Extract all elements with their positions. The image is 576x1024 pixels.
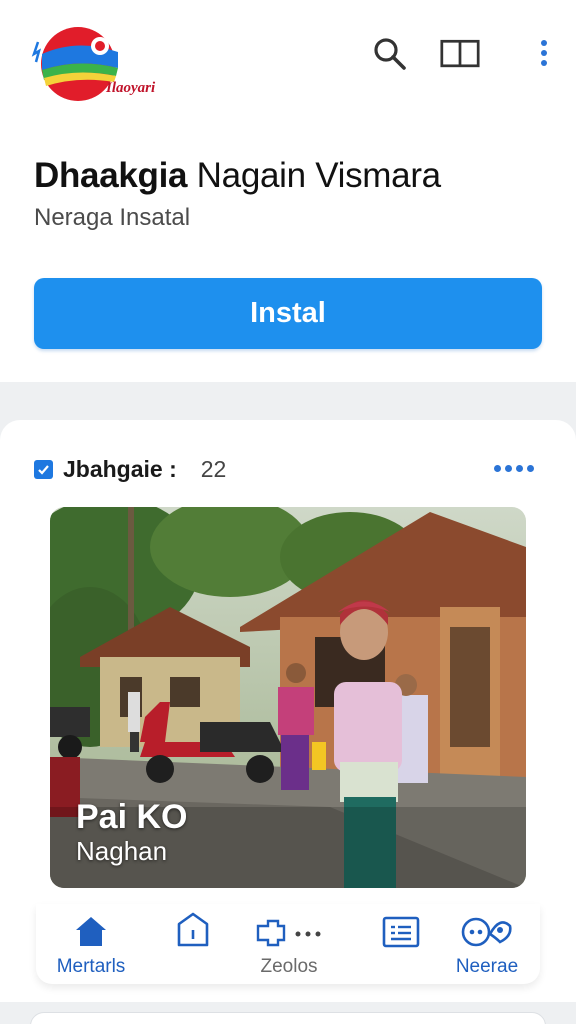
app-title: Dhaakgia Nagain Vismara bbox=[34, 156, 441, 196]
app-header-card: Ilaoyari Dhaakgia Nagain Vismara Neraga … bbox=[0, 0, 576, 382]
app-title-rest: Nagain Vismara bbox=[196, 156, 441, 195]
nav-label-mertarls: Mertarls bbox=[56, 956, 126, 977]
nav-item-zeolos[interactable]: Zeolos bbox=[234, 904, 344, 984]
checkbox[interactable] bbox=[34, 459, 53, 479]
post-more-icon[interactable] bbox=[494, 462, 534, 474]
home-icon bbox=[73, 904, 109, 948]
post-count: 22 bbox=[200, 455, 227, 482]
tag-icon bbox=[176, 904, 210, 948]
app-logo: Ilaoyari bbox=[30, 24, 180, 106]
nav-item-neerae[interactable]: Neerae bbox=[432, 904, 542, 984]
logo-lettering: Ilaoyari bbox=[105, 80, 156, 96]
post-header: Jbahgaie : 22 bbox=[34, 454, 226, 484]
caption-title: Pai KO bbox=[76, 798, 188, 836]
photo-caption: Pai KO Naghan bbox=[76, 798, 187, 866]
chat-people-icon bbox=[460, 904, 514, 948]
post-photo[interactable]: Pai KO Naghan bbox=[50, 507, 526, 888]
nav-label-zeolos: Zeolos bbox=[260, 956, 318, 977]
nav-label-neerae: Neerae bbox=[455, 956, 519, 977]
post-card: Jbahgaie : 22 Pai KO Naghan Mertarls Zeo… bbox=[0, 420, 576, 1002]
caption-subtitle: Naghan bbox=[76, 836, 168, 866]
next-card-edge bbox=[30, 1012, 546, 1024]
puzzle-more-icon bbox=[254, 904, 324, 948]
more-vert-icon[interactable] bbox=[534, 34, 554, 74]
post-author[interactable]: Jbahgaie : bbox=[63, 456, 177, 483]
bottom-nav: Mertarls Zeolos Neerae bbox=[36, 904, 540, 984]
app-title-bold: Dhaakgia bbox=[34, 156, 188, 195]
search-icon[interactable] bbox=[370, 34, 410, 74]
app-subtitle: Neraga Insatal bbox=[34, 204, 191, 231]
list-card-icon bbox=[382, 904, 420, 948]
install-button[interactable]: Instal bbox=[34, 278, 542, 349]
header-actions bbox=[370, 34, 554, 74]
nav-item-mertarls[interactable]: Mertarls bbox=[36, 904, 146, 984]
nav-item-tag[interactable] bbox=[138, 904, 248, 984]
split-view-icon[interactable] bbox=[440, 34, 480, 74]
